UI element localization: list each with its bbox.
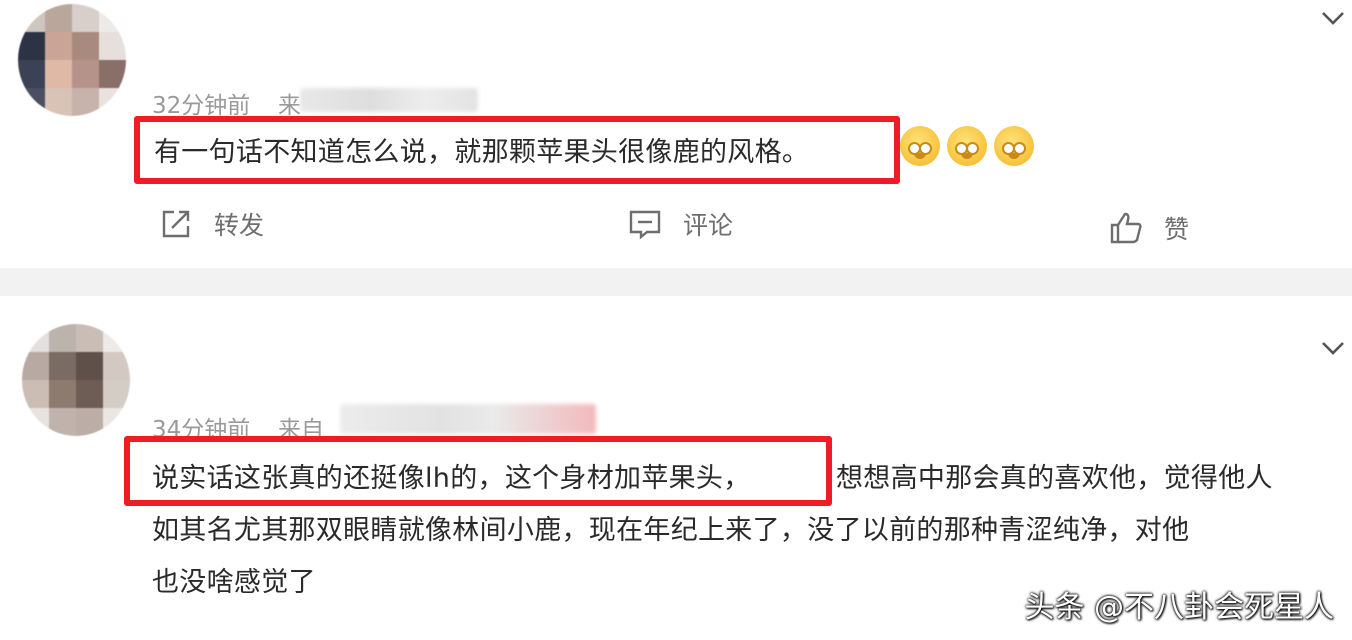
comment-text-line2: 如其名尤其那双眼睛就像林间小鹿，现在年纪上来了，没了以前的那种青涩纯净，对他 xyxy=(152,515,1190,546)
comment-source-prefix: 来 xyxy=(278,93,301,119)
watermark: 头条 @不八卦会死星人 xyxy=(1024,590,1334,625)
share-icon xyxy=(158,206,194,242)
blurred-source xyxy=(300,88,478,112)
comment-button[interactable]: 评论 xyxy=(627,206,733,242)
laughing-cry-emoji xyxy=(947,126,987,166)
blurred-source xyxy=(340,404,596,434)
thumbs-up-icon xyxy=(1108,210,1144,246)
avatar[interactable] xyxy=(18,4,126,116)
comment-text-line1-rest: 想想高中那会真的喜欢他，觉得他人 xyxy=(836,463,1273,494)
comment-card-1: 32分钟前 来 有一句话不知道怎么说，就那颗苹果头很像鹿的风格。 转发 评论 赞 xyxy=(0,0,1352,268)
chevron-down-icon[interactable] xyxy=(1320,338,1346,358)
comment-icon xyxy=(627,206,663,242)
screenshot-page: 32分钟前 来 有一句话不知道怎么说，就那颗苹果头很像鹿的风格。 转发 评论 赞 xyxy=(0,0,1352,640)
laughing-cry-emoji xyxy=(994,126,1034,166)
repost-button[interactable]: 转发 xyxy=(158,206,264,242)
repost-label: 转发 xyxy=(214,211,265,240)
chevron-down-icon[interactable] xyxy=(1320,8,1346,28)
comment-text: 有一句话不知道怎么说，就那颗苹果头很像鹿的风格。 xyxy=(154,137,810,168)
like-label: 赞 xyxy=(1164,215,1190,244)
avatar[interactable] xyxy=(22,324,130,436)
comment-time: 32分钟前 xyxy=(152,93,251,119)
comment-text-highlighted: 说实话这张真的还挺像lh的，这个身材加苹果头， xyxy=(152,463,751,494)
section-divider xyxy=(0,268,1352,296)
comment-label: 评论 xyxy=(683,211,734,240)
comment-text-line3: 也没啥感觉了 xyxy=(152,567,316,598)
like-button[interactable]: 赞 xyxy=(1108,210,1189,246)
laughing-cry-emoji xyxy=(900,126,940,166)
